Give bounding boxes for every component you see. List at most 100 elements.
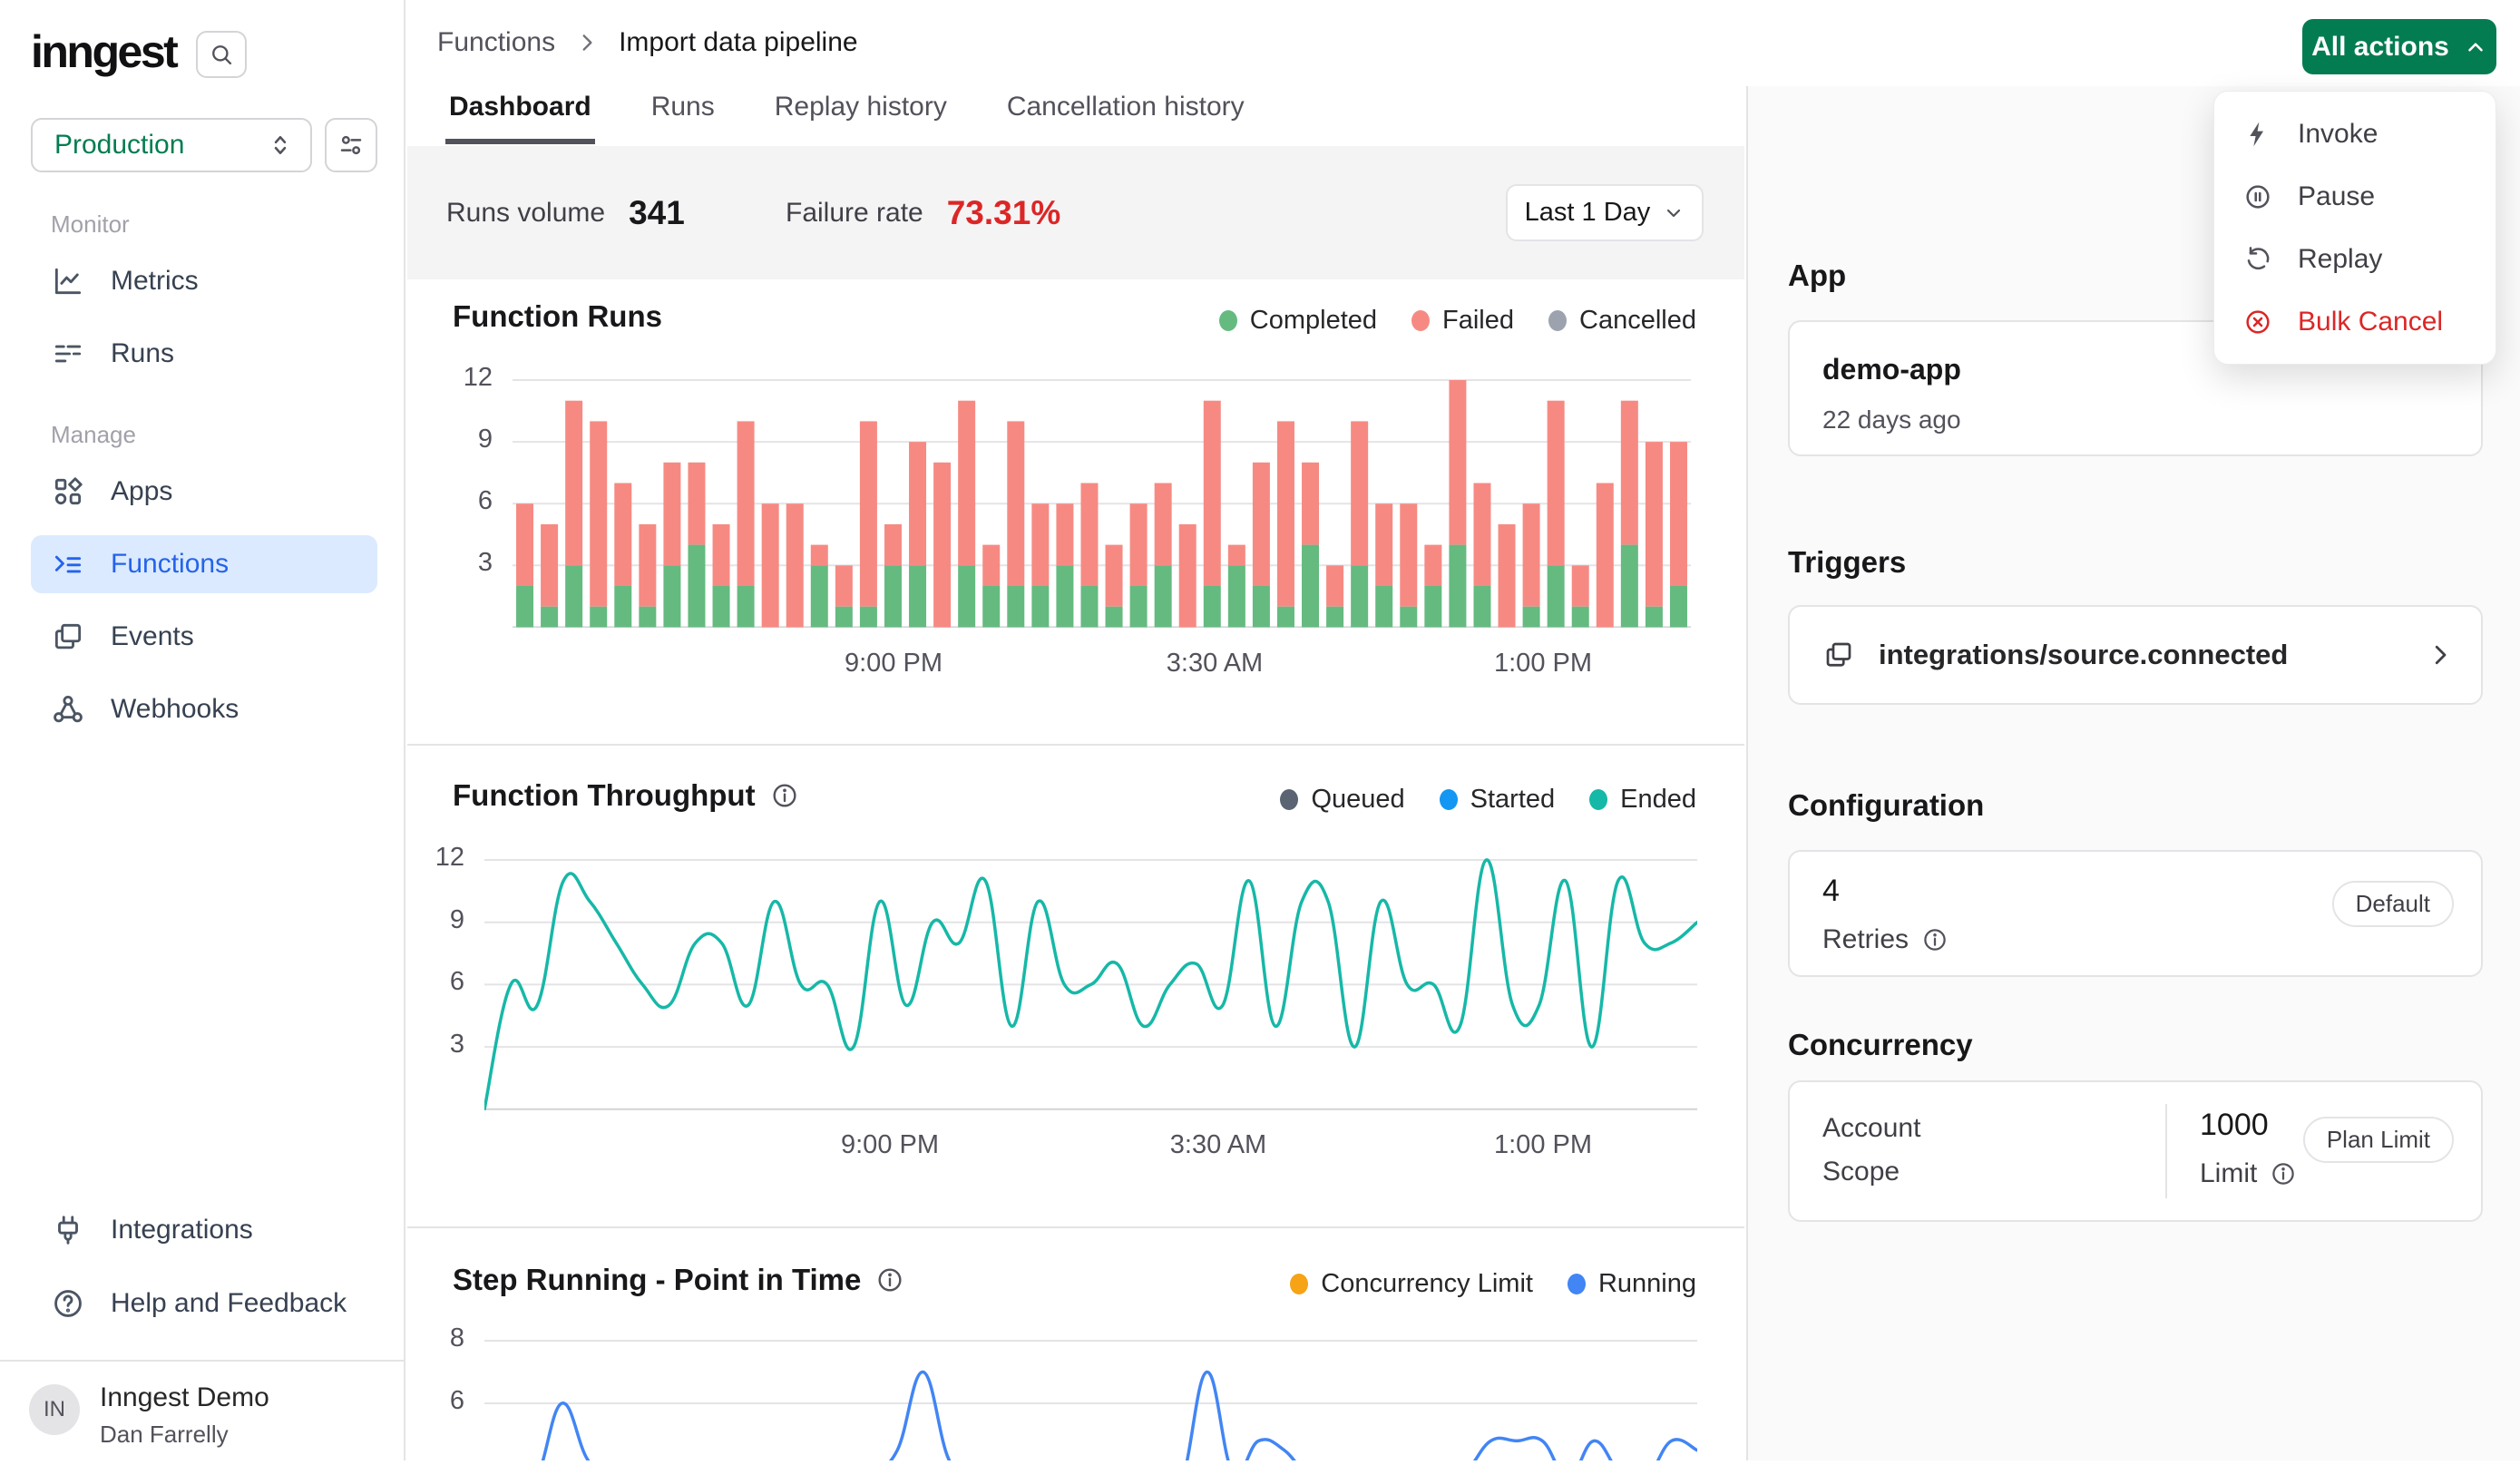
sidebar-item-functions[interactable]: Functions [31,535,377,593]
step-running-title: Step Running - Point in Time [453,1263,904,1297]
sidebar-item-help[interactable]: Help and Feedback [31,1275,377,1333]
sidebar-item-label: Functions [111,549,229,580]
tab-cancellation-history[interactable]: Cancellation history [1003,92,1248,144]
sidebar-item-webhooks[interactable]: Webhooks [31,680,377,738]
running-dot [1568,1274,1586,1294]
completed-dot [1219,310,1237,331]
bolt-icon [2243,120,2272,149]
info-icon[interactable] [875,1265,904,1294]
sidebar-item-label: Webhooks [111,694,239,725]
runs-volume-value: 341 [629,194,685,232]
x-axis-label: 9:00 PM [845,649,943,679]
section-divider [407,744,1744,746]
plan-limit-badge: Plan Limit [2303,1117,2454,1163]
legend-label: Concurrency Limit [1321,1269,1533,1299]
manage-section-label: Manage [51,421,136,449]
event-icon [1822,639,1855,671]
environment-settings-button[interactable] [325,118,377,172]
menu-item-pause[interactable]: Pause [2214,165,2496,228]
function-runs-chart: 9:00 PM 3:30 AM 1:00 PM 36912 [513,379,1691,628]
info-icon[interactable] [770,781,799,810]
replay-icon [2243,245,2272,274]
y-axis-tick: 8 [401,1323,464,1353]
retries-label: Retries [1822,924,1909,955]
apps-grid-icon [51,474,85,509]
step-running-legend: Concurrency Limit Running [1290,1269,1696,1299]
webhooks-icon [51,692,85,727]
retries-label-row: Retries [1822,924,1949,955]
list-runs-icon [51,337,85,371]
configuration-heading: Configuration [1788,788,1984,823]
functions-icon [51,547,85,581]
all-actions-label: All actions [2311,32,2449,63]
y-axis-tick: 3 [401,1030,464,1060]
app-name: demo-app [1822,353,1961,386]
legend-label: Completed [1250,306,1377,336]
info-icon[interactable] [2270,1160,2297,1187]
section-divider [407,1226,1744,1228]
sidebar-item-metrics[interactable]: Metrics [31,252,377,310]
search-button[interactable] [196,31,247,78]
trigger-card[interactable]: integrations/source.connected [1788,605,2483,705]
breadcrumb-current: Import data pipeline [619,27,858,58]
search-icon [209,42,234,67]
legend-label: Ended [1620,785,1696,815]
ended-dot [1589,789,1607,810]
tab-bar: Dashboard Runs Replay history Cancellati… [445,92,1248,144]
menu-item-replay[interactable]: Replay [2214,228,2496,290]
sidebar-item-label: Apps [111,476,172,507]
sidebar-item-label: Metrics [111,266,199,297]
breadcrumb: Functions Import data pipeline [437,27,858,58]
sidebar-divider [0,1360,405,1362]
events-copy-icon [51,620,85,654]
default-badge: Default [2332,881,2454,927]
chevron-right-icon [575,31,599,54]
sidebar-item-integrations[interactable]: Integrations [31,1201,377,1259]
menu-item-bulk-cancel[interactable]: Bulk Cancel [2214,290,2496,353]
y-axis-tick: 12 [401,843,464,873]
environment-label: Production [54,130,267,161]
x-axis-label: 3:30 AM [1170,1130,1266,1160]
time-range-dropdown[interactable]: Last 1 Day [1506,184,1704,241]
y-axis-tick: 3 [429,548,493,578]
menu-item-label: Replay [2298,244,2382,275]
all-actions-button[interactable]: All actions [2302,19,2496,74]
menu-item-label: Pause [2298,181,2375,212]
menu-item-invoke[interactable]: Invoke [2214,103,2496,165]
app-synced: 22 days ago [1822,405,1961,435]
limit-label-row: Limit [2200,1158,2297,1189]
trigger-event-name: integrations/source.connected [1879,639,2427,671]
menu-item-label: Invoke [2298,119,2378,150]
avatar[interactable]: IN [29,1384,80,1435]
tab-replay-history[interactable]: Replay history [771,92,951,144]
y-axis-tick: 6 [401,967,464,997]
inngest-logo: inngest [31,25,176,78]
tab-runs[interactable]: Runs [648,92,718,144]
limit-value: 1000 [2200,1108,2269,1143]
started-dot [1440,789,1458,810]
sidebar-item-label: Integrations [111,1215,253,1245]
app-heading: App [1788,259,1846,293]
main-content: Functions Import data pipeline Dashboard… [407,0,1744,1460]
stats-band: Runs volume 341 Failure rate 73.31% Last… [407,146,1744,279]
sidebar-item-events[interactable]: Events [31,608,377,666]
chevron-right-icon [2427,641,2454,669]
tab-dashboard[interactable]: Dashboard [445,92,595,144]
function-runs-title: Function Runs [453,299,662,334]
concurrency-limit-dot [1290,1274,1308,1294]
legend-label: Failed [1442,306,1514,336]
legend-label: Started [1470,785,1556,815]
environment-select[interactable]: Production [31,118,312,172]
info-icon[interactable] [1921,926,1949,953]
sidebar-item-apps[interactable]: Apps [31,463,377,521]
sidebar: inngest Production Monitor Metrics Runs … [0,0,405,1460]
breadcrumb-functions[interactable]: Functions [437,27,555,58]
cancelled-dot [1548,310,1567,331]
failed-dot [1411,310,1430,331]
help-circle-icon [51,1286,85,1321]
menu-item-label: Bulk Cancel [2298,307,2443,337]
sidebar-item-runs[interactable]: Runs [31,325,377,383]
chevrons-up-down-icon [267,132,294,159]
card-divider [2165,1104,2167,1198]
time-range-value: Last 1 Day [1525,198,1651,228]
